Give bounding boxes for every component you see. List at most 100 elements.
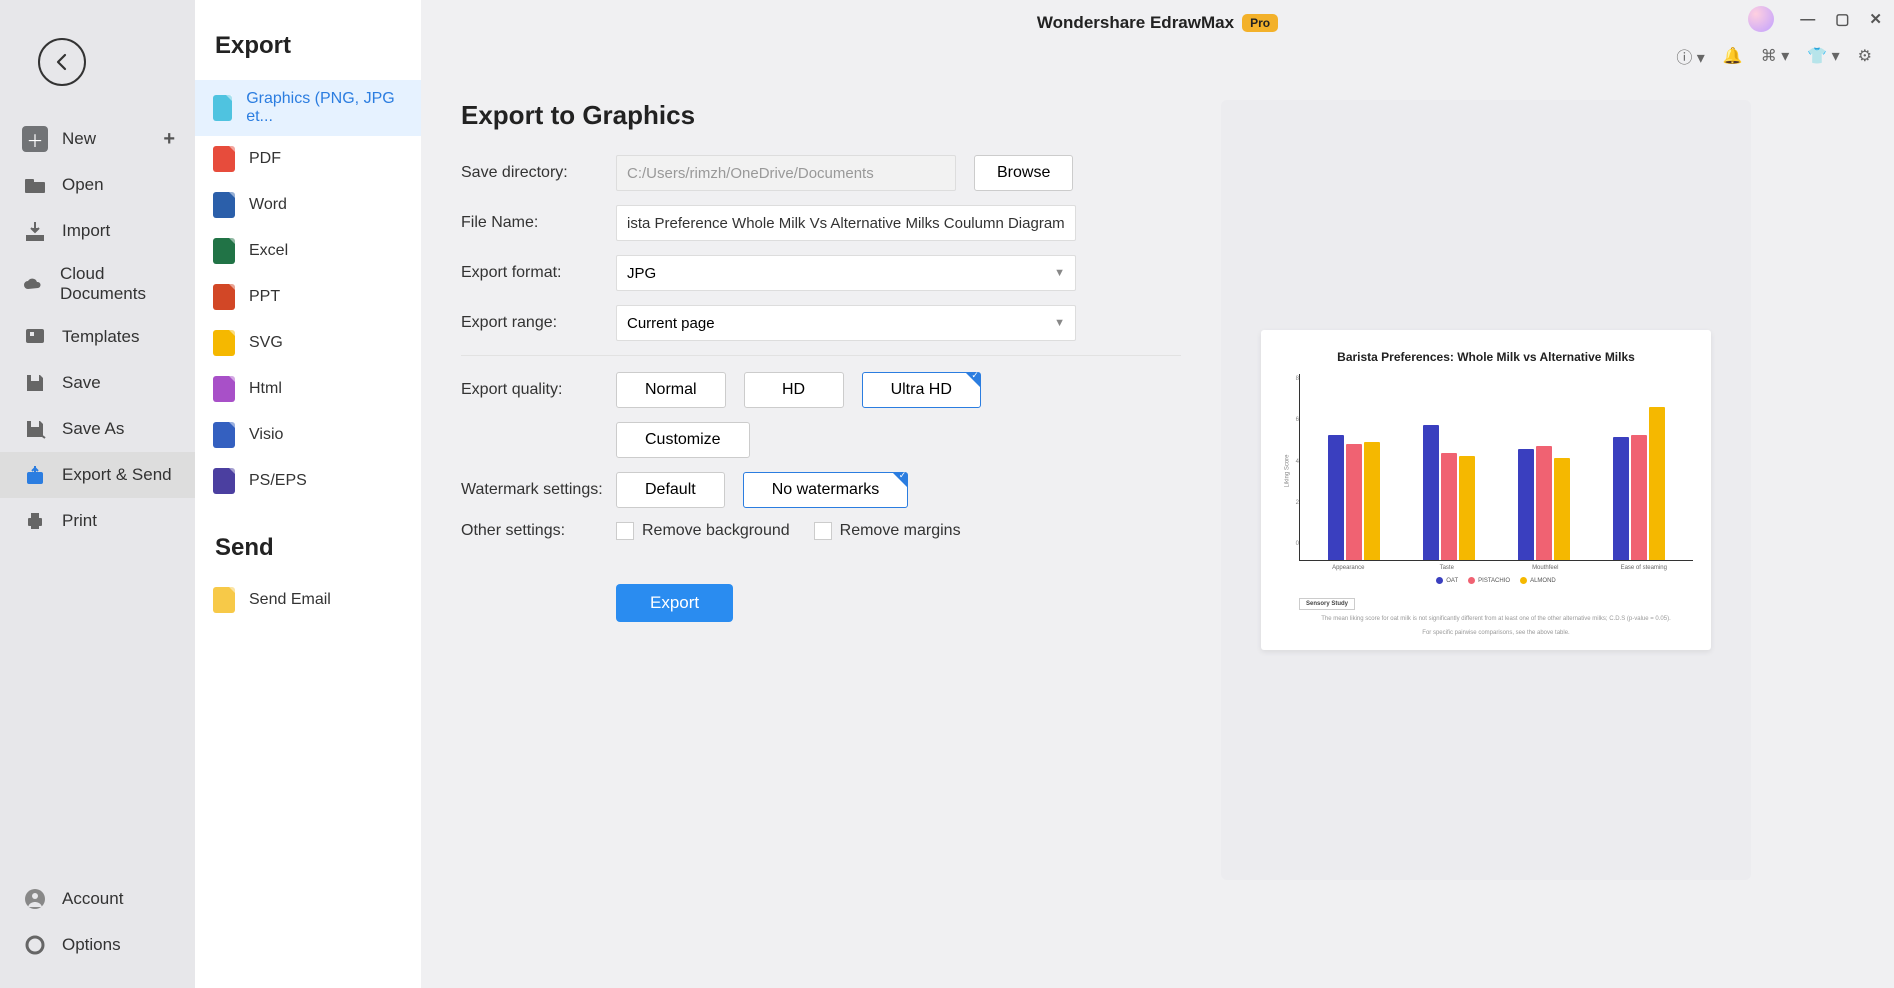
ppt-icon [213,284,235,310]
format-excel[interactable]: Excel [195,228,421,274]
main-area: Wondershare EdrawMax Pro — ▢ ✕ ⓘ ▾ 🔔 ⌘ ▾… [421,0,1894,988]
new-expand-icon[interactable]: + [163,128,175,151]
saveas-icon [22,416,48,442]
format-word[interactable]: Word [195,182,421,228]
bar [1554,458,1570,561]
app-title: Wondershare EdrawMax [1037,13,1234,33]
visio-icon [213,422,235,448]
send-email[interactable]: Send Email [195,577,421,623]
nav-saveas-label: Save As [62,419,124,439]
bar-group [1497,374,1592,560]
print-icon [22,508,48,534]
chevron-down-icon: ▼ [1054,267,1065,279]
browse-button[interactable]: Browse [974,155,1073,191]
nav-import[interactable]: Import [0,208,195,254]
format-visio[interactable]: Visio [195,412,421,458]
close-button[interactable]: ✕ [1869,10,1882,28]
remove-bg-checkbox[interactable] [616,522,634,540]
maximize-button[interactable]: ▢ [1835,10,1849,28]
export-button[interactable]: Export [616,584,733,622]
filename-input[interactable] [616,205,1076,241]
svg-icon [213,330,235,356]
bar [1613,437,1629,560]
folder-icon [22,172,48,198]
nav-cloud[interactable]: Cloud Documents [0,254,195,314]
settings-icon[interactable]: ⚙ [1858,46,1872,66]
quality-label: Export quality: [461,381,616,399]
watermark-none[interactable]: No watermarks [743,472,909,508]
bar-group [1592,374,1687,560]
save-icon [22,370,48,396]
bar [1346,444,1362,561]
cloud-icon [22,271,46,297]
nav-open-label: Open [62,175,104,195]
plus-icon: ＋ [22,126,48,152]
nav-print[interactable]: Print [0,498,195,544]
minimize-button[interactable]: — [1800,11,1815,28]
bar [1631,435,1647,561]
titlebar: Wondershare EdrawMax Pro — ▢ ✕ [421,0,1894,40]
nav-options[interactable]: Options [0,922,195,968]
remove-margins-checkbox[interactable] [814,522,832,540]
bar [1364,442,1380,561]
nav-new[interactable]: ＋ New + [0,116,195,162]
y-axis: Liking Score 8 6 4 2 0 [1279,374,1299,561]
nav-cloud-label: Cloud Documents [60,264,173,304]
format-pseps[interactable]: PS/EPS [195,458,421,504]
chart-legend: OATPISTACHIOALMOND [1299,577,1693,584]
html-icon [213,376,235,402]
customize-button[interactable]: Customize [616,422,750,458]
excel-icon [213,238,235,264]
nav-options-label: Options [62,935,121,955]
gear-icon [22,932,48,958]
chart-title: Barista Preferences: Whole Milk vs Alter… [1279,350,1693,364]
quality-normal[interactable]: Normal [616,372,726,408]
format-select[interactable]: JPG▼ [616,255,1076,291]
bar-group [1401,374,1496,560]
format-svg[interactable]: SVG [195,320,421,366]
chart-plot-area [1299,374,1693,561]
form-heading: Export to Graphics [461,100,1181,131]
nav-new-label: New [62,129,96,149]
format-html[interactable]: Html [195,366,421,412]
nav-save-label: Save [62,373,101,393]
watermark-default[interactable]: Default [616,472,725,508]
nav-account[interactable]: Account [0,876,195,922]
bar [1649,407,1665,561]
export-form: Export to Graphics Save directory: Brows… [461,100,1181,960]
quality-ultrahd[interactable]: Ultra HD [862,372,981,408]
grid-icon[interactable]: ⌘ ▾ [1761,46,1789,66]
file-menu-sidebar: ＋ New + Open Import Cloud Documents Temp… [0,0,195,988]
user-avatar-icon[interactable] [1748,6,1774,32]
pdf-icon [213,146,235,172]
shirt-icon[interactable]: 👕 ▾ [1807,46,1839,66]
help-icon[interactable]: ⓘ ▾ [1676,44,1704,68]
format-pdf[interactable]: PDF [195,136,421,182]
bar [1423,425,1439,560]
legend-item: OAT [1436,577,1458,584]
quality-hd[interactable]: HD [744,372,844,408]
bar [1459,456,1475,561]
bar [1441,453,1457,560]
watermark-label: Watermark settings: [461,481,616,499]
format-graphics[interactable]: Graphics (PNG, JPG et... [195,80,421,136]
legend-item: ALMOND [1520,577,1556,584]
format-ppt[interactable]: PPT [195,274,421,320]
save-dir-input [616,155,956,191]
nav-export-send[interactable]: Export & Send [0,452,195,498]
bar [1518,449,1534,561]
remove-bg-label: Remove background [642,522,790,540]
back-button[interactable] [38,38,86,86]
chart-footnote-1: The mean liking score for oat milk is no… [1299,616,1693,624]
word-icon [213,192,235,218]
bell-icon[interactable]: 🔔 [1723,46,1743,66]
nav-templates[interactable]: Templates [0,314,195,360]
save-dir-label: Save directory: [461,164,616,182]
range-select[interactable]: Current page▼ [616,305,1076,341]
range-label: Export range: [461,314,616,332]
export-icon [22,462,48,488]
nav-saveas[interactable]: Save As [0,406,195,452]
nav-save[interactable]: Save [0,360,195,406]
nav-templates-label: Templates [62,327,139,347]
nav-open[interactable]: Open [0,162,195,208]
